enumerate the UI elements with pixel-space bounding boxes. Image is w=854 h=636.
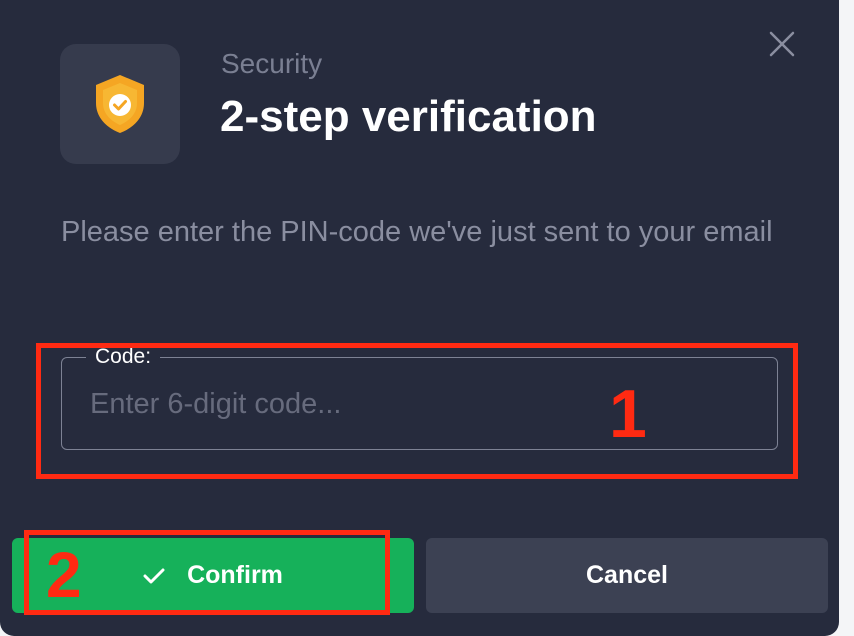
cancel-button-label: Cancel — [586, 561, 668, 589]
dialog-description: Please enter the PIN-code we've just sen… — [61, 216, 773, 248]
close-icon[interactable] — [766, 28, 798, 60]
cancel-button[interactable]: Cancel — [426, 538, 828, 613]
dialog-title: 2-step verification — [220, 92, 597, 141]
shield-check-icon — [96, 75, 144, 133]
annotation-highlight-1 — [36, 343, 798, 479]
annotation-number-1: 1 — [609, 376, 647, 452]
annotation-number-2: 2 — [46, 539, 82, 611]
dialog-eyebrow: Security — [221, 48, 323, 79]
security-icon-container — [60, 44, 180, 164]
